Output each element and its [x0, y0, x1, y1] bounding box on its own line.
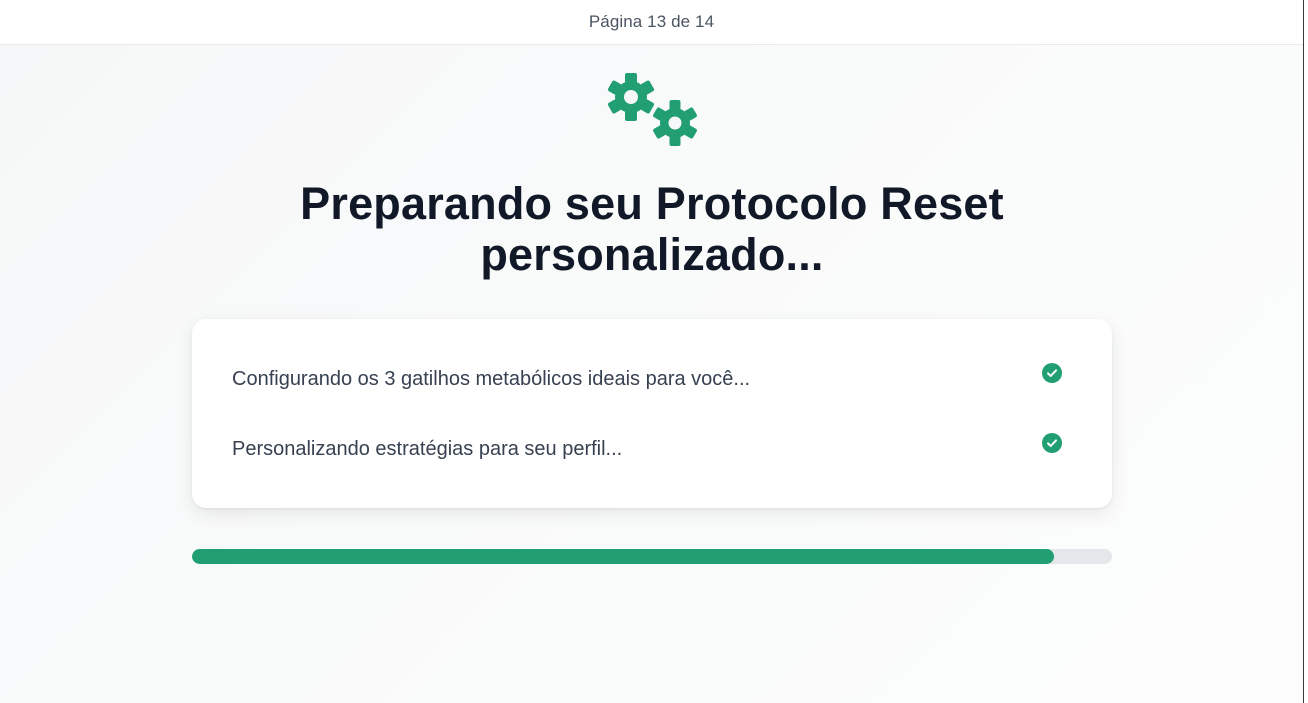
- page-title: Preparando seu Protocolo Reset personali…: [300, 178, 1004, 280]
- gears-icon: [607, 73, 697, 146]
- progress-bar: [192, 549, 1112, 564]
- top-bar: Página 13 de 14: [0, 0, 1303, 45]
- progress-bar-fill: [192, 549, 1055, 564]
- window-edge: [1303, 0, 1308, 703]
- check-circle-icon: [1042, 433, 1062, 453]
- steps-card: Configurando os 3 gatilhos metabólicos i…: [192, 319, 1112, 508]
- step-label: Personalizando estratégias para seu perf…: [232, 438, 623, 460]
- step-item: Personalizando estratégias para seu perf…: [232, 433, 1072, 464]
- check-circle-icon: [1042, 363, 1062, 383]
- step-item: Configurando os 3 gatilhos metabólicos i…: [232, 363, 1072, 394]
- step-label: Configurando os 3 gatilhos metabólicos i…: [232, 368, 751, 390]
- page-indicator: Página 13 de 14: [588, 12, 715, 31]
